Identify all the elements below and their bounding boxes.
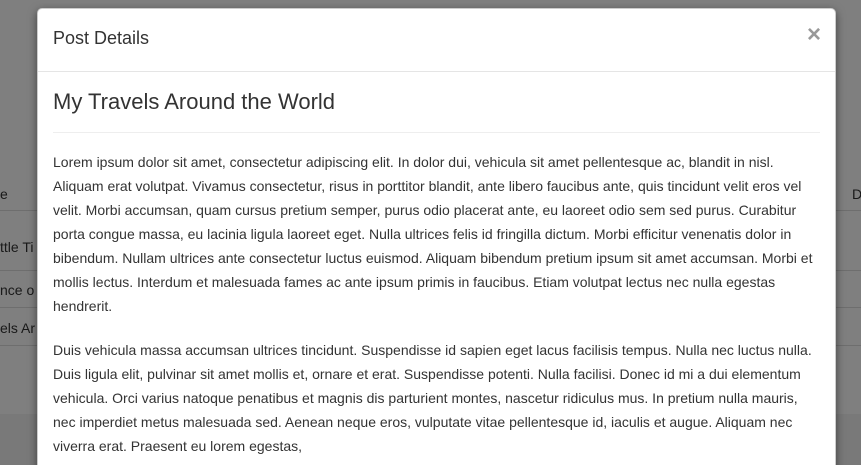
- close-button[interactable]: ×: [807, 23, 821, 47]
- post-details-modal: Post Details × My Travels Around the Wor…: [37, 8, 836, 465]
- modal-body: My Travels Around the World Lorem ipsum …: [38, 89, 835, 458]
- modal-header: Post Details ×: [38, 9, 835, 72]
- post-title: My Travels Around the World: [53, 89, 336, 114]
- post-paragraph: Duis vehicula massa accumsan ultrices ti…: [53, 342, 812, 454]
- post-paragraph: Lorem ipsum dolor sit amet, consectetur …: [53, 154, 813, 314]
- modal-title: Post Details: [53, 28, 150, 48]
- divider: [53, 132, 820, 133]
